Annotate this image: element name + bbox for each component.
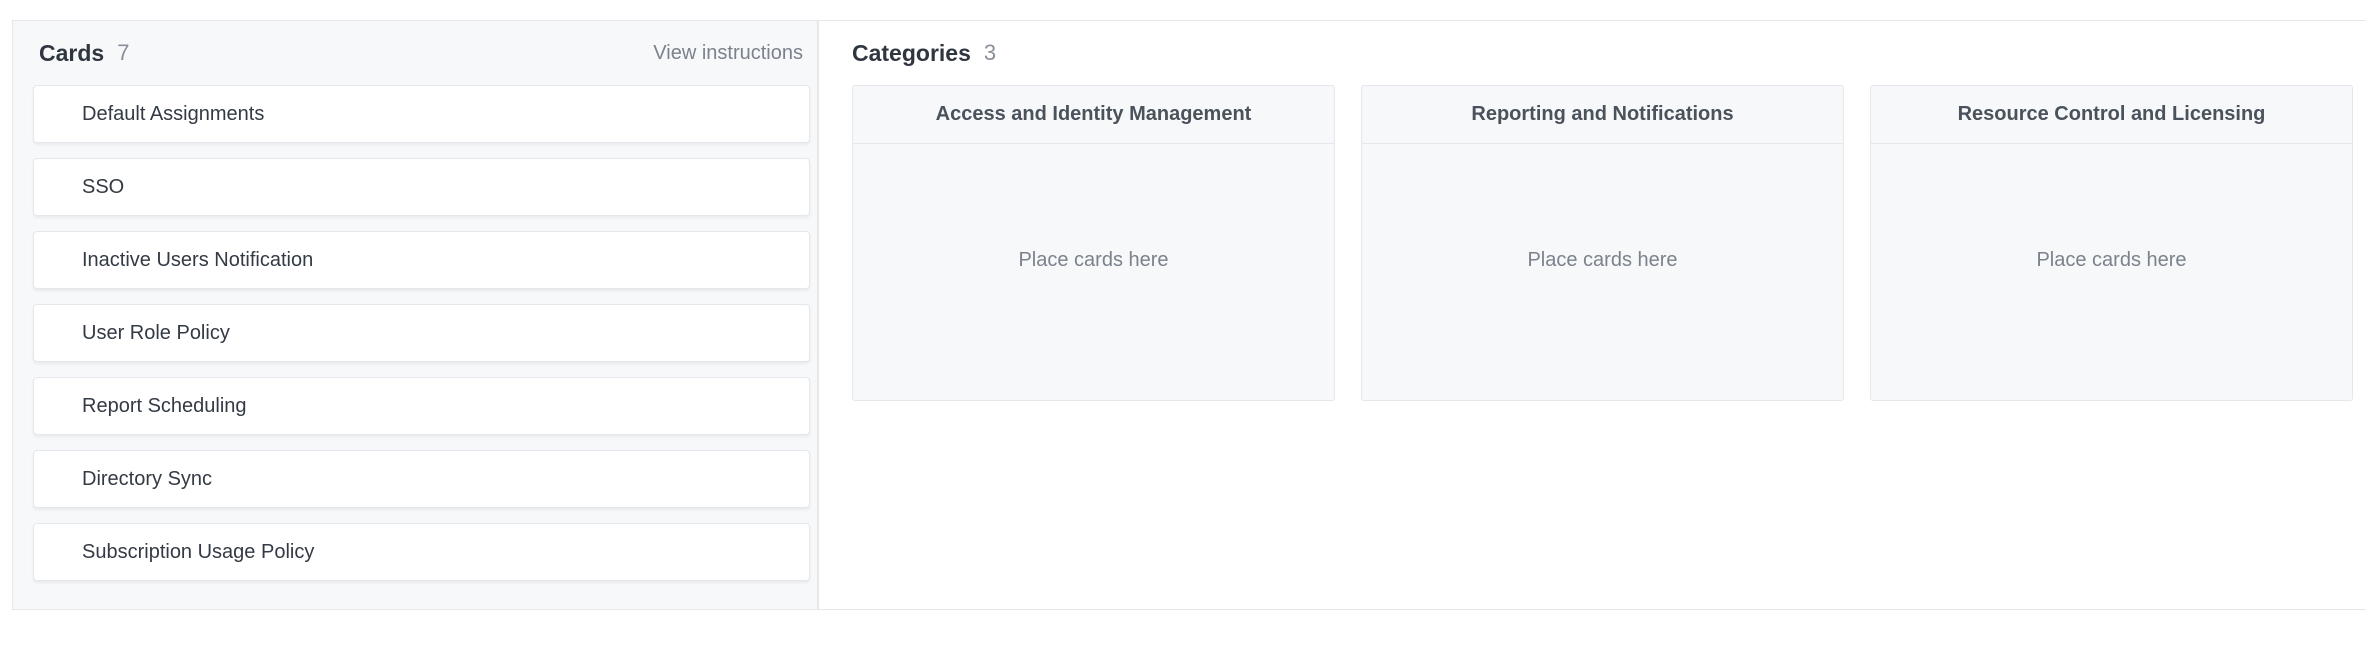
category-reporting-notifications: Reporting and Notifications Place cards … (1361, 85, 1844, 401)
card-item[interactable]: User Role Policy (33, 304, 810, 362)
card-label: Subscription Usage Policy (82, 540, 315, 563)
view-instructions-link[interactable]: View instructions (653, 42, 803, 65)
categories-panel-title: Categories (852, 39, 971, 66)
category-title: Resource Control and Licensing (1871, 86, 2352, 144)
card-label: Default Assignments (82, 102, 265, 125)
card-label: Inactive Users Notification (82, 248, 314, 271)
drop-zone-placeholder: Place cards here (1527, 248, 1678, 271)
category-drop-zone[interactable]: Place cards here (1871, 144, 2352, 400)
card-label: User Role Policy (82, 321, 230, 344)
cards-count: 7 (117, 40, 130, 65)
card-label: SSO (82, 175, 125, 198)
card-item[interactable]: Subscription Usage Policy (33, 523, 810, 581)
cards-panel-title: Cards (39, 39, 105, 66)
drop-zone-placeholder: Place cards here (1018, 248, 1169, 271)
category-drop-zone[interactable]: Place cards here (1362, 144, 1843, 400)
category-columns: Access and Identity Management Place car… (852, 85, 2366, 401)
cards-panel: Cards 7 View instructions Default Assign… (13, 21, 819, 609)
category-title: Access and Identity Management (853, 86, 1334, 144)
card-item[interactable]: Inactive Users Notification (33, 231, 810, 289)
card-list: Default Assignments SSO Inactive Users N… (33, 85, 810, 596)
category-resource-control-licensing: Resource Control and Licensing Place car… (1870, 85, 2353, 401)
card-item[interactable]: Default Assignments (33, 85, 810, 143)
cards-panel-header: Cards 7 View instructions (39, 38, 803, 68)
drop-zone-placeholder: Place cards here (2036, 248, 2187, 271)
card-item[interactable]: Report Scheduling (33, 377, 810, 435)
categories-panel-header: Categories 3 (852, 38, 2366, 68)
card-item[interactable]: Directory Sync (33, 450, 810, 508)
card-label: Report Scheduling (82, 394, 247, 417)
card-sort-app: Cards 7 View instructions Default Assign… (12, 20, 2366, 610)
card-label: Directory Sync (82, 467, 213, 490)
categories-count: 3 (983, 40, 997, 65)
category-access-identity-management: Access and Identity Management Place car… (852, 85, 1335, 401)
card-item[interactable]: SSO (33, 158, 810, 216)
categories-panel: Categories 3 Access and Identity Managem… (819, 21, 2366, 609)
category-drop-zone[interactable]: Place cards here (853, 144, 1334, 400)
category-title: Reporting and Notifications (1362, 86, 1843, 144)
